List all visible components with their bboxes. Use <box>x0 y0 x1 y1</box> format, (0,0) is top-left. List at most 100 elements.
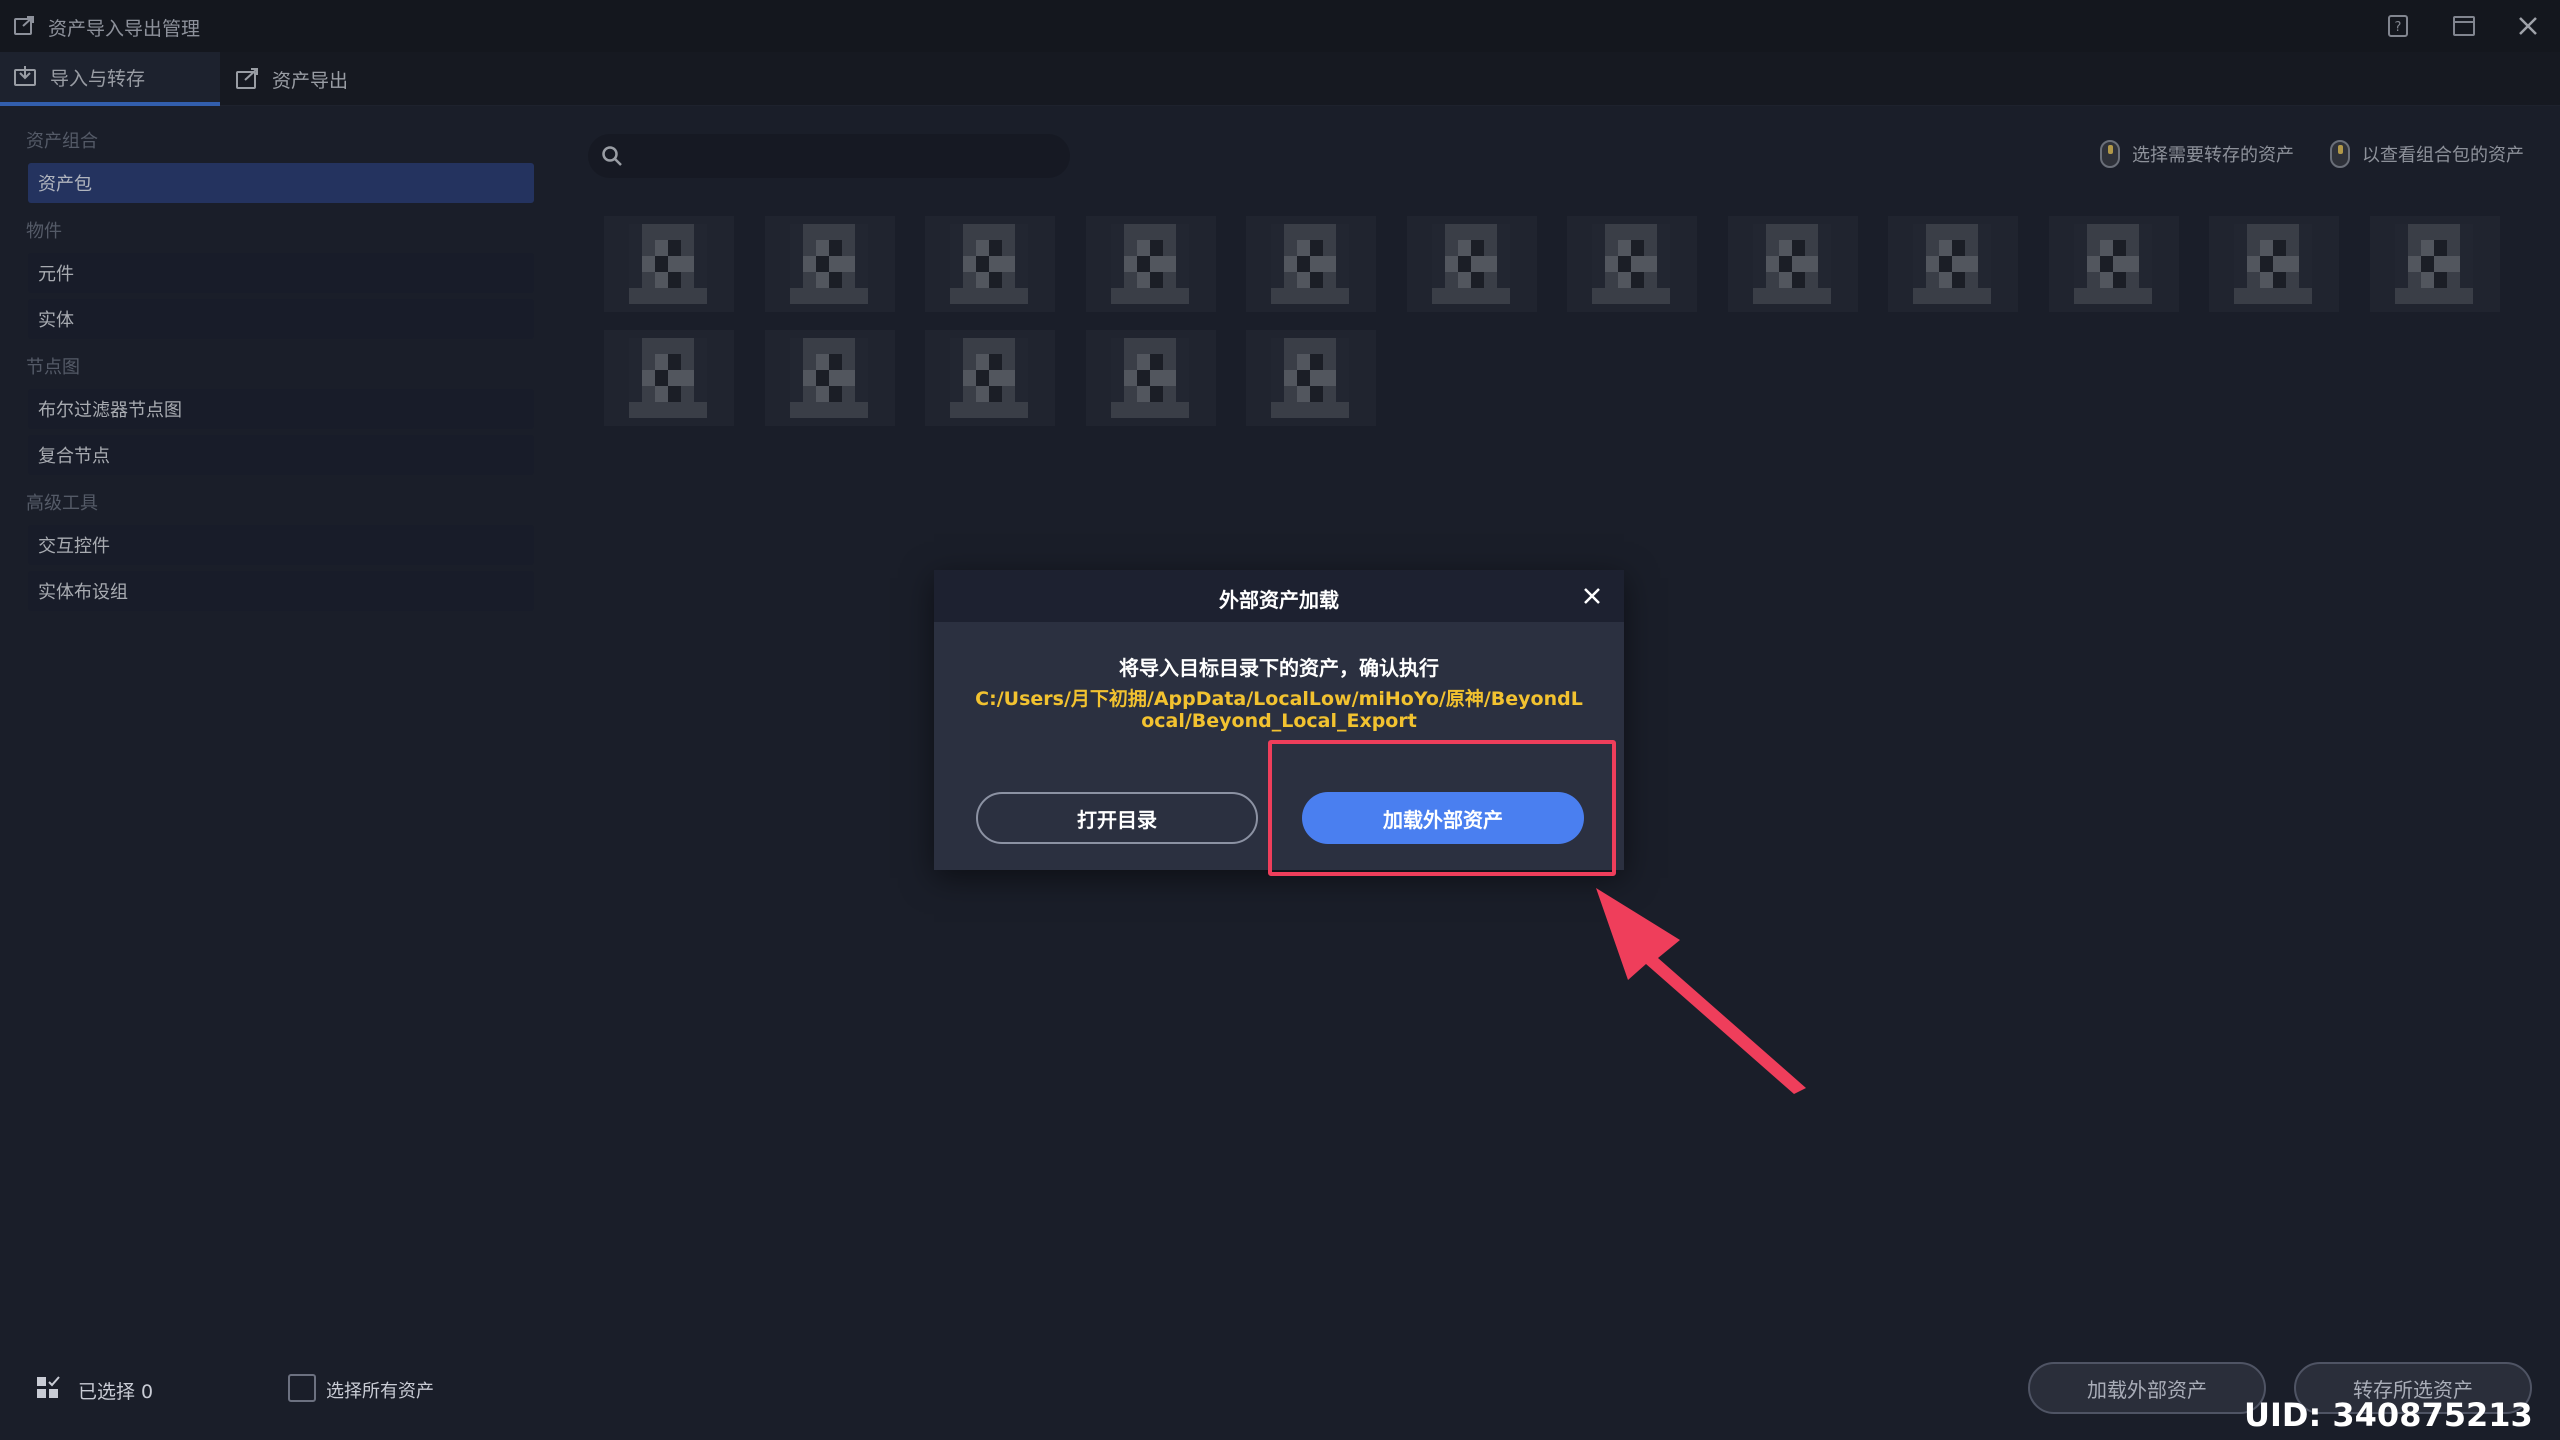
footer-bar: 已选择 0 选择所有资产 加载外部资产 转存所选资产 <box>0 1360 2560 1440</box>
asset-thumbnail[interactable] <box>765 216 895 312</box>
thumbnail-pixel <box>976 370 989 386</box>
thumbnail-pixel <box>1779 224 1792 240</box>
thumbnail-pixel <box>1124 402 1137 418</box>
thumbnail-pixel <box>2126 288 2139 304</box>
thumbnail-pixel <box>963 338 976 354</box>
asset-thumbnail[interactable] <box>1086 330 1216 426</box>
thumbnail-pixel <box>2087 240 2100 256</box>
thumbnail-pixel <box>963 272 976 288</box>
thumbnail-pixel <box>668 224 681 240</box>
thumbnail-pixel <box>681 272 694 288</box>
thumbnail-pixel <box>1271 386 1284 402</box>
thumbnail-pixel <box>2286 224 2299 240</box>
thumbnail-pixel <box>2139 240 2152 256</box>
sidebar-item-interactive-control[interactable]: 交互控件 <box>28 525 534 565</box>
thumbnail-pixel <box>1297 240 1310 256</box>
asset-thumbnail[interactable] <box>2370 216 2500 312</box>
thumbnail-pixel <box>694 386 707 402</box>
search-icon <box>602 146 622 166</box>
asset-thumbnail[interactable] <box>1888 216 2018 312</box>
sidebar-item-entity-layout-group[interactable]: 实体布设组 <box>28 571 534 611</box>
thumbnail-pixel <box>950 370 963 386</box>
close-icon[interactable] <box>1580 584 1604 608</box>
sidebar-item-bool-filter-graph[interactable]: 布尔过滤器节点图 <box>28 389 534 429</box>
thumbnail-pixel <box>1939 240 1952 256</box>
asset-thumbnail[interactable] <box>604 330 734 426</box>
asset-thumbnail[interactable] <box>925 216 1055 312</box>
tab-import-transfer[interactable]: 导入与转存 <box>0 52 220 106</box>
asset-thumbnail[interactable] <box>2049 216 2179 312</box>
thumbnail-pixel <box>1137 354 1150 370</box>
thumbnail-pixel <box>2408 288 2421 304</box>
thumbnail-pixel <box>790 240 803 256</box>
thumbnail-pixel <box>829 288 842 304</box>
thumbnail-pixel <box>1644 288 1657 304</box>
thumbnail-pixel <box>1618 240 1631 256</box>
highlight-box <box>1268 740 1616 876</box>
thumbnail-pixel <box>1592 224 1605 240</box>
asset-thumbnail[interactable] <box>1407 216 1537 312</box>
thumbnail-pixel <box>1176 272 1189 288</box>
thumbnail-pixel <box>1124 256 1137 272</box>
asset-thumbnail[interactable] <box>2209 216 2339 312</box>
thumbnail-pixel <box>2299 224 2312 240</box>
thumbnail-pixel <box>655 386 668 402</box>
asset-thumbnail[interactable] <box>1246 330 1376 426</box>
asset-thumbnail[interactable] <box>925 330 1055 426</box>
select-all-checkbox[interactable] <box>288 1374 316 1402</box>
thumbnail-pixel <box>1150 256 1163 272</box>
thumbnail-pixel <box>1657 224 1670 240</box>
asset-thumbnail[interactable] <box>765 330 895 426</box>
thumbnail-pixel <box>2286 288 2299 304</box>
asset-thumbnail[interactable] <box>1246 216 1376 312</box>
tab-label: 导入与转存 <box>50 67 146 90</box>
close-icon[interactable] <box>2514 12 2542 40</box>
thumbnail-pixel <box>694 272 707 288</box>
minimize-icon[interactable] <box>2450 12 2478 40</box>
open-directory-button[interactable]: 打开目录 <box>976 792 1258 844</box>
thumbnail-pixel <box>1618 256 1631 272</box>
thumbnail-pixel <box>1766 240 1779 256</box>
thumbnail-pixel <box>1297 354 1310 370</box>
thumbnail-pixel <box>2100 256 2113 272</box>
sidebar-item-composite-node[interactable]: 复合节点 <box>28 435 534 475</box>
thumbnail-pixel <box>1297 224 1310 240</box>
asset-thumbnail[interactable] <box>1728 216 1858 312</box>
thumbnail-pixel <box>1644 224 1657 240</box>
thumbnail-pixel <box>1766 272 1779 288</box>
thumbnail-pixel <box>855 272 868 288</box>
thumbnail-pixel <box>963 402 976 418</box>
thumbnail-pixel <box>668 370 681 386</box>
asset-thumbnail[interactable] <box>1086 216 1216 312</box>
thumbnail-pixel <box>1805 240 1818 256</box>
thumbnail-pixel <box>1432 256 1445 272</box>
thumbnail-pixel <box>1605 288 1618 304</box>
sidebar-item-component[interactable]: 元件 <box>28 253 534 293</box>
thumbnail-pixel <box>1015 338 1028 354</box>
export-icon <box>236 68 258 89</box>
search-input[interactable] <box>634 134 1054 178</box>
thumbnail-pixel <box>2395 272 2408 288</box>
load-external-assets-footer-button[interactable]: 加载外部资产 <box>2028 1362 2266 1414</box>
sidebar-item-entity[interactable]: 实体 <box>28 299 534 339</box>
help-icon[interactable]: ? <box>2384 12 2412 40</box>
thumbnail-pixel <box>829 338 842 354</box>
thumbnail-pixel <box>2421 288 2434 304</box>
thumbnail-pixel <box>2113 224 2126 240</box>
thumbnail-pixel <box>1336 370 1349 386</box>
thumbnail-pixel <box>963 240 976 256</box>
thumbnail-pixel <box>1284 240 1297 256</box>
thumbnail-pixel <box>2447 272 2460 288</box>
sidebar-item-asset-pack[interactable]: 资产包 <box>28 163 534 203</box>
search-bar[interactable] <box>588 134 1070 178</box>
thumbnail-pixel <box>1310 224 1323 240</box>
thumbnail-pixel <box>642 224 655 240</box>
tab-asset-export[interactable]: 资产导出 <box>222 52 422 106</box>
sidebar-category-asset-combo: 资产组合 <box>26 131 98 152</box>
select-all-label[interactable]: 选择所有资产 <box>326 1377 434 1403</box>
thumbnail-pixel <box>694 224 707 240</box>
arrow-icon <box>1596 888 1806 1094</box>
thumbnail-pixel <box>2074 240 2087 256</box>
asset-thumbnail[interactable] <box>604 216 734 312</box>
asset-thumbnail[interactable] <box>1567 216 1697 312</box>
